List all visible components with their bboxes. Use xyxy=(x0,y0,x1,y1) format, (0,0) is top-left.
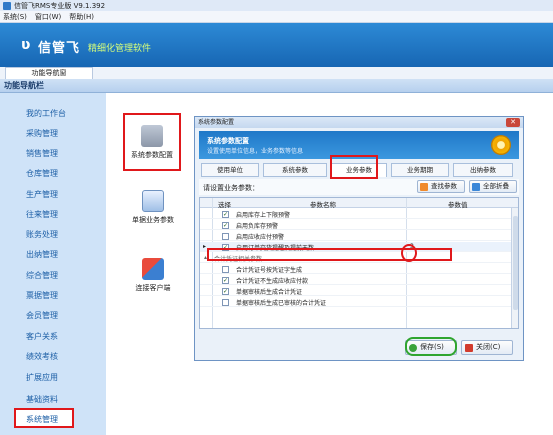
brand-banner: ʋ 信管飞 精细化管理软件 xyxy=(0,23,553,67)
gear-icon xyxy=(491,135,511,155)
sidebar-item-extension[interactable]: 扩展应用 xyxy=(26,372,58,383)
sidebar xyxy=(0,93,106,435)
window-title: 信管飞RMS专业版 V9.1.392 xyxy=(14,1,106,10)
tile-connect-client-label: 连接客户端 xyxy=(135,284,171,292)
document-icon xyxy=(142,190,164,212)
tile-connect-client[interactable]: 连接客户端 xyxy=(130,258,176,293)
row-name: 单据审核后生成合计凭证 xyxy=(236,289,303,296)
row-name: 合计凭证号按凭证字生成 xyxy=(236,267,303,274)
system-params-dialog: 系统参数配置 ✕ 系统参数配置 设置使用单位信息，业务参数等信息 使用单位 系统… xyxy=(194,116,524,361)
brand-slogan: 精细化管理软件 xyxy=(88,44,152,54)
params-toolbar-label: 请设置业务参数： xyxy=(203,184,259,192)
database-gear-icon xyxy=(141,125,163,147)
close-button-label: 关闭(C) xyxy=(476,343,501,351)
scrollbar-thumb[interactable] xyxy=(513,216,518,310)
find-params-button[interactable]: 查找参数 xyxy=(417,180,465,193)
row-checkbox[interactable]: ✓ xyxy=(222,288,229,295)
dialog-title: 系统参数配置 xyxy=(198,119,235,126)
sidebar-item-sales[interactable]: 销售管理 xyxy=(26,148,58,159)
sidebar-item-system[interactable]: 系统管理 xyxy=(26,414,58,425)
sidebar-item-customer[interactable]: 客户关系 xyxy=(26,331,58,342)
row-name: 合计凭证不生成应收应付款 xyxy=(236,278,309,285)
sidebar-item-bookkeeping[interactable]: 账务处理 xyxy=(26,229,58,240)
menu-window[interactable]: 窗口(W) xyxy=(35,12,61,22)
tab-cashier-params[interactable]: 出纳参数 xyxy=(453,163,513,177)
dialog-header-title: 系统参数配置 xyxy=(207,137,249,145)
row-name: 启用库存上下限预警 xyxy=(236,212,291,219)
row-name: 启用应收应付预警 xyxy=(236,234,285,241)
column-select: 选择 xyxy=(218,201,231,209)
sidebar-item-basic-data[interactable]: 基础资料 xyxy=(26,394,58,405)
sidebar-item-production[interactable]: 生产管理 xyxy=(26,189,58,200)
collapse-all-button[interactable]: 全部折叠 xyxy=(469,180,517,193)
column-name: 参数名称 xyxy=(310,201,336,209)
tile-system-params-label: 系统参数配置 xyxy=(131,151,173,159)
tab-unit[interactable]: 使用单位 xyxy=(201,163,259,177)
row-checkbox[interactable] xyxy=(222,299,229,306)
params-toolbar: 请设置业务参数： 查找参数 全部折叠 xyxy=(199,179,519,195)
dialog-title-bar: 系统参数配置 ✕ xyxy=(195,117,523,128)
brand-name: 信管飞 xyxy=(38,41,81,56)
find-params-label: 查找参数 xyxy=(431,182,457,190)
sidebar-item-cashier[interactable]: 出纳管理 xyxy=(26,249,58,260)
sidebar-item-workbench[interactable]: 我的工作台 xyxy=(26,108,66,119)
sidebar-item-warehouse[interactable]: 仓库管理 xyxy=(26,168,58,179)
app-icon xyxy=(3,1,11,10)
row-checkbox[interactable] xyxy=(222,233,229,240)
brand-logo-icon: ʋ xyxy=(21,37,31,53)
grid-scrollbar[interactable] xyxy=(511,208,518,328)
collapse-all-label: 全部折叠 xyxy=(483,182,509,190)
title-bar: 信管飞RMS专业版 V9.1.392 xyxy=(0,0,553,11)
close-button[interactable]: 关闭(C) xyxy=(461,340,513,355)
row-checkbox[interactable]: ✓ xyxy=(222,222,229,229)
table-row[interactable]: ✓ 合计凭证不生成应收应付款 xyxy=(200,275,518,285)
sidebar-item-accounts[interactable]: 往来管理 xyxy=(26,209,58,220)
sidebar-item-invoice[interactable]: 票据管理 xyxy=(26,290,58,301)
nav-tab[interactable]: 功能导航窗 xyxy=(5,67,93,79)
menu-help[interactable]: 帮助(H) xyxy=(69,12,94,22)
column-value: 参数值 xyxy=(448,201,468,209)
nav-tab-strip: 功能导航窗 xyxy=(0,67,553,79)
table-row[interactable]: ✓ 单据审核后生成合计凭证 xyxy=(200,286,518,296)
sidebar-item-purchase[interactable]: 采购管理 xyxy=(26,128,58,139)
row-checkbox[interactable]: ✓ xyxy=(222,277,229,284)
close-icon[interactable]: ✕ xyxy=(506,118,520,127)
row-checkbox[interactable] xyxy=(222,266,229,273)
tile-system-params[interactable]: 系统参数配置 xyxy=(123,113,181,171)
nav-header: 功能导航栏 xyxy=(0,79,553,93)
table-row[interactable]: 合计凭证号按凭证字生成 xyxy=(200,264,518,274)
menu-bar: 系统(S) 窗口(W) 帮助(H) xyxy=(0,11,553,23)
save-highlight xyxy=(405,337,457,356)
close-icon xyxy=(465,344,473,352)
table-row[interactable]: 启用应收应付预警 xyxy=(200,231,518,241)
row-name: 单据审核后生成已审核的合计凭证 xyxy=(236,300,327,307)
table-row[interactable]: ✓ 启用库存上下限预警 xyxy=(200,209,518,219)
menu-system[interactable]: 系统(S) xyxy=(3,12,27,22)
search-icon xyxy=(420,183,428,191)
tab-system-params[interactable]: 系统参数 xyxy=(263,163,327,177)
sidebar-item-performance[interactable]: 绩效考核 xyxy=(26,351,58,362)
value-highlight xyxy=(401,244,417,262)
tile-document-params-label: 单据业务参数 xyxy=(132,216,174,224)
sidebar-item-general[interactable]: 综合管理 xyxy=(26,270,58,281)
row-name: 启用负库存预警 xyxy=(236,223,279,230)
table-row[interactable]: 单据审核后生成已审核的合计凭证 xyxy=(200,297,518,307)
grid-header: 选择 参数名称 参数值 xyxy=(200,198,518,209)
dialog-header-subtitle: 设置使用单位信息，业务参数等信息 xyxy=(207,148,304,155)
tile-document-params[interactable]: 单据业务参数 xyxy=(128,190,178,225)
table-row[interactable]: ✓ 启用负库存预警 xyxy=(200,220,518,230)
params-grid: 选择 参数名称 参数值 ✓ 启用库存上下限预警 ✓ 启用负库存预警 启用应收应付… xyxy=(199,197,519,329)
tab-period[interactable]: 业务期期 xyxy=(391,163,449,177)
row-checkbox[interactable]: ✓ xyxy=(222,211,229,218)
collapse-icon xyxy=(472,183,480,191)
row-pointer-icon: ▸ xyxy=(203,243,207,250)
network-icon xyxy=(142,258,164,280)
sidebar-item-member[interactable]: 会员管理 xyxy=(26,310,58,321)
active-tab-highlight xyxy=(330,155,378,179)
